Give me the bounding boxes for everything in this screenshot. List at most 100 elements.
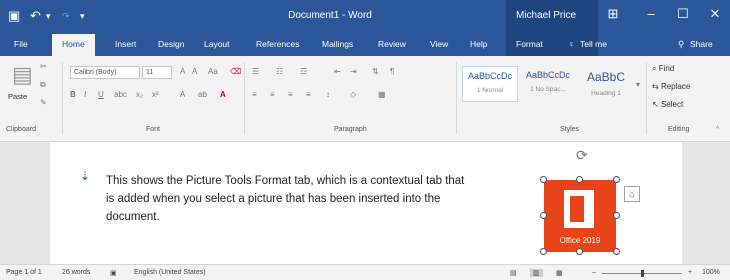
redo-icon[interactable]: ▾	[46, 11, 51, 22]
numbering-icon[interactable]: ☷	[276, 67, 283, 76]
select-button[interactable]: ↖ Select	[652, 100, 683, 109]
find-label: Find	[658, 64, 675, 73]
align-center-icon[interactable]: ≡	[270, 90, 275, 99]
paste-icon[interactable]: ▤	[12, 62, 33, 88]
tab-design[interactable]: Design	[158, 39, 184, 49]
qat-dropdown-icon[interactable]: ▾	[80, 11, 85, 22]
document-paragraph[interactable]: This shows the Picture Tools Format tab,…	[106, 172, 466, 226]
tab-insert[interactable]: Insert	[115, 39, 136, 49]
resize-handle[interactable]	[576, 176, 583, 183]
save-icon[interactable]: ▣	[8, 8, 20, 24]
window-title: Document1 - Word	[288, 10, 372, 21]
style-name: 1 Normal	[476, 87, 504, 94]
style-no-spacing[interactable]: AaBbCcDc 1 No Spac...	[520, 66, 576, 102]
document-page[interactable]: ⇣ This shows the Picture Tools Format ta…	[50, 142, 682, 264]
styles-more-icon[interactable]: ▾	[636, 80, 640, 89]
line-spacing-icon[interactable]: ↕	[326, 90, 330, 99]
text-effects-icon[interactable]: A	[180, 90, 185, 99]
customize-qat-icon[interactable]: ↷	[62, 11, 70, 22]
resize-handle[interactable]	[540, 176, 547, 183]
office-logo-icon	[564, 190, 594, 228]
tab-review[interactable]: Review	[378, 39, 406, 49]
page-count[interactable]: Page 1 of 1	[6, 269, 42, 276]
style-heading-1[interactable]: AaBbC Heading 1	[578, 66, 634, 102]
ribbon-options-icon[interactable]: ⊞	[598, 6, 628, 26]
share-button[interactable]: Share	[690, 39, 713, 49]
zoom-slider-thumb[interactable]	[640, 270, 644, 277]
rotate-handle-icon[interactable]: ⟳	[576, 147, 588, 164]
tab-view[interactable]: View	[430, 39, 448, 49]
copy-icon[interactable]: ⧉	[40, 80, 46, 90]
underline-icon[interactable]: U	[98, 90, 104, 99]
resize-handle[interactable]	[613, 212, 620, 219]
zoom-slider[interactable]	[602, 270, 682, 277]
tell-me-box[interactable]: Tell me	[580, 39, 607, 49]
resize-handle[interactable]	[540, 212, 547, 219]
bold-icon[interactable]: B	[70, 90, 76, 99]
shrink-font-icon[interactable]: A	[192, 67, 197, 76]
align-left-icon[interactable]: ≡	[252, 90, 257, 99]
resize-handle[interactable]	[613, 248, 620, 255]
borders-icon[interactable]: ▦	[378, 90, 386, 99]
subscript-icon[interactable]: x₂	[136, 90, 143, 99]
font-name-combo[interactable]: Calibri (Body)	[70, 66, 140, 79]
italic-icon[interactable]: I	[84, 90, 86, 99]
layout-options-icon[interactable]: ⌂	[624, 186, 640, 202]
grow-font-icon[interactable]: A	[180, 67, 185, 76]
resize-handle[interactable]	[540, 248, 547, 255]
style-name: Heading 1	[591, 90, 621, 97]
proofing-icon[interactable]: ▣	[110, 269, 117, 277]
close-icon[interactable]: ✕	[700, 6, 730, 26]
separator	[456, 62, 457, 134]
zoom-in-button[interactable]: +	[688, 269, 692, 276]
multilevel-list-icon[interactable]: ☲	[300, 67, 307, 76]
cut-icon[interactable]: ✂	[40, 62, 47, 71]
collapse-ribbon-icon[interactable]: ^	[716, 126, 719, 133]
group-label-clipboard: Clipboard	[6, 126, 36, 133]
clear-formatting-icon[interactable]: ⌫	[230, 67, 241, 76]
print-layout-icon[interactable]: ▥	[530, 269, 543, 277]
read-mode-icon[interactable]: ▤	[510, 269, 517, 277]
increase-indent-icon[interactable]: ⇥	[350, 67, 357, 76]
show-marks-icon[interactable]: ¶	[390, 67, 394, 76]
resize-handle[interactable]	[576, 248, 583, 255]
tab-file[interactable]: File	[14, 39, 28, 49]
undo-icon[interactable]: ↶	[30, 8, 41, 24]
decrease-indent-icon[interactable]: ⇤	[334, 67, 341, 76]
tab-layout[interactable]: Layout	[204, 39, 230, 49]
zoom-out-button[interactable]: –	[592, 269, 596, 276]
format-painter-icon[interactable]: ✎	[40, 98, 47, 107]
tab-mailings[interactable]: Mailings	[322, 39, 353, 49]
tab-references[interactable]: References	[256, 39, 299, 49]
maximize-icon[interactable]: ☐	[668, 6, 698, 26]
font-color-icon[interactable]: A	[220, 90, 226, 99]
group-label-styles: Styles	[560, 126, 580, 133]
tab-help[interactable]: Help	[470, 39, 487, 49]
resize-handle[interactable]	[613, 176, 620, 183]
style-normal[interactable]: AaBbCcDc 1 Normal	[462, 66, 518, 102]
language-indicator[interactable]: English (United States)	[134, 269, 206, 276]
replace-button[interactable]: ⇆ Replace	[652, 82, 690, 91]
sort-icon[interactable]: ⇅	[372, 67, 379, 76]
tab-home[interactable]: Home	[52, 34, 95, 56]
align-right-icon[interactable]: ≡	[288, 90, 293, 99]
highlight-icon[interactable]: ab	[198, 90, 207, 99]
style-preview: AaBbCcDc	[525, 70, 570, 80]
cursor-icon: ↖	[652, 100, 661, 109]
justify-icon[interactable]: ≡	[306, 90, 311, 99]
word-count[interactable]: 26 words	[62, 269, 90, 276]
superscript-icon[interactable]: x²	[152, 90, 159, 99]
minimize-icon[interactable]: –	[636, 6, 666, 26]
office-picture[interactable]: Office 2019	[544, 180, 616, 252]
web-layout-icon[interactable]: ▦	[556, 269, 563, 277]
bullets-icon[interactable]: ☰	[252, 67, 259, 76]
tab-format[interactable]: Format	[516, 39, 543, 49]
font-size-combo[interactable]: 11	[142, 66, 172, 79]
paste-button[interactable]: Paste	[8, 92, 27, 101]
shading-icon[interactable]: ◇	[350, 90, 356, 99]
find-button[interactable]: ⌕ Find	[652, 64, 674, 74]
user-name[interactable]: Michael Price	[516, 10, 576, 21]
zoom-level[interactable]: 100%	[702, 269, 720, 276]
change-case-icon[interactable]: Aa	[208, 67, 218, 76]
strikethrough-icon[interactable]: abc	[114, 90, 127, 99]
